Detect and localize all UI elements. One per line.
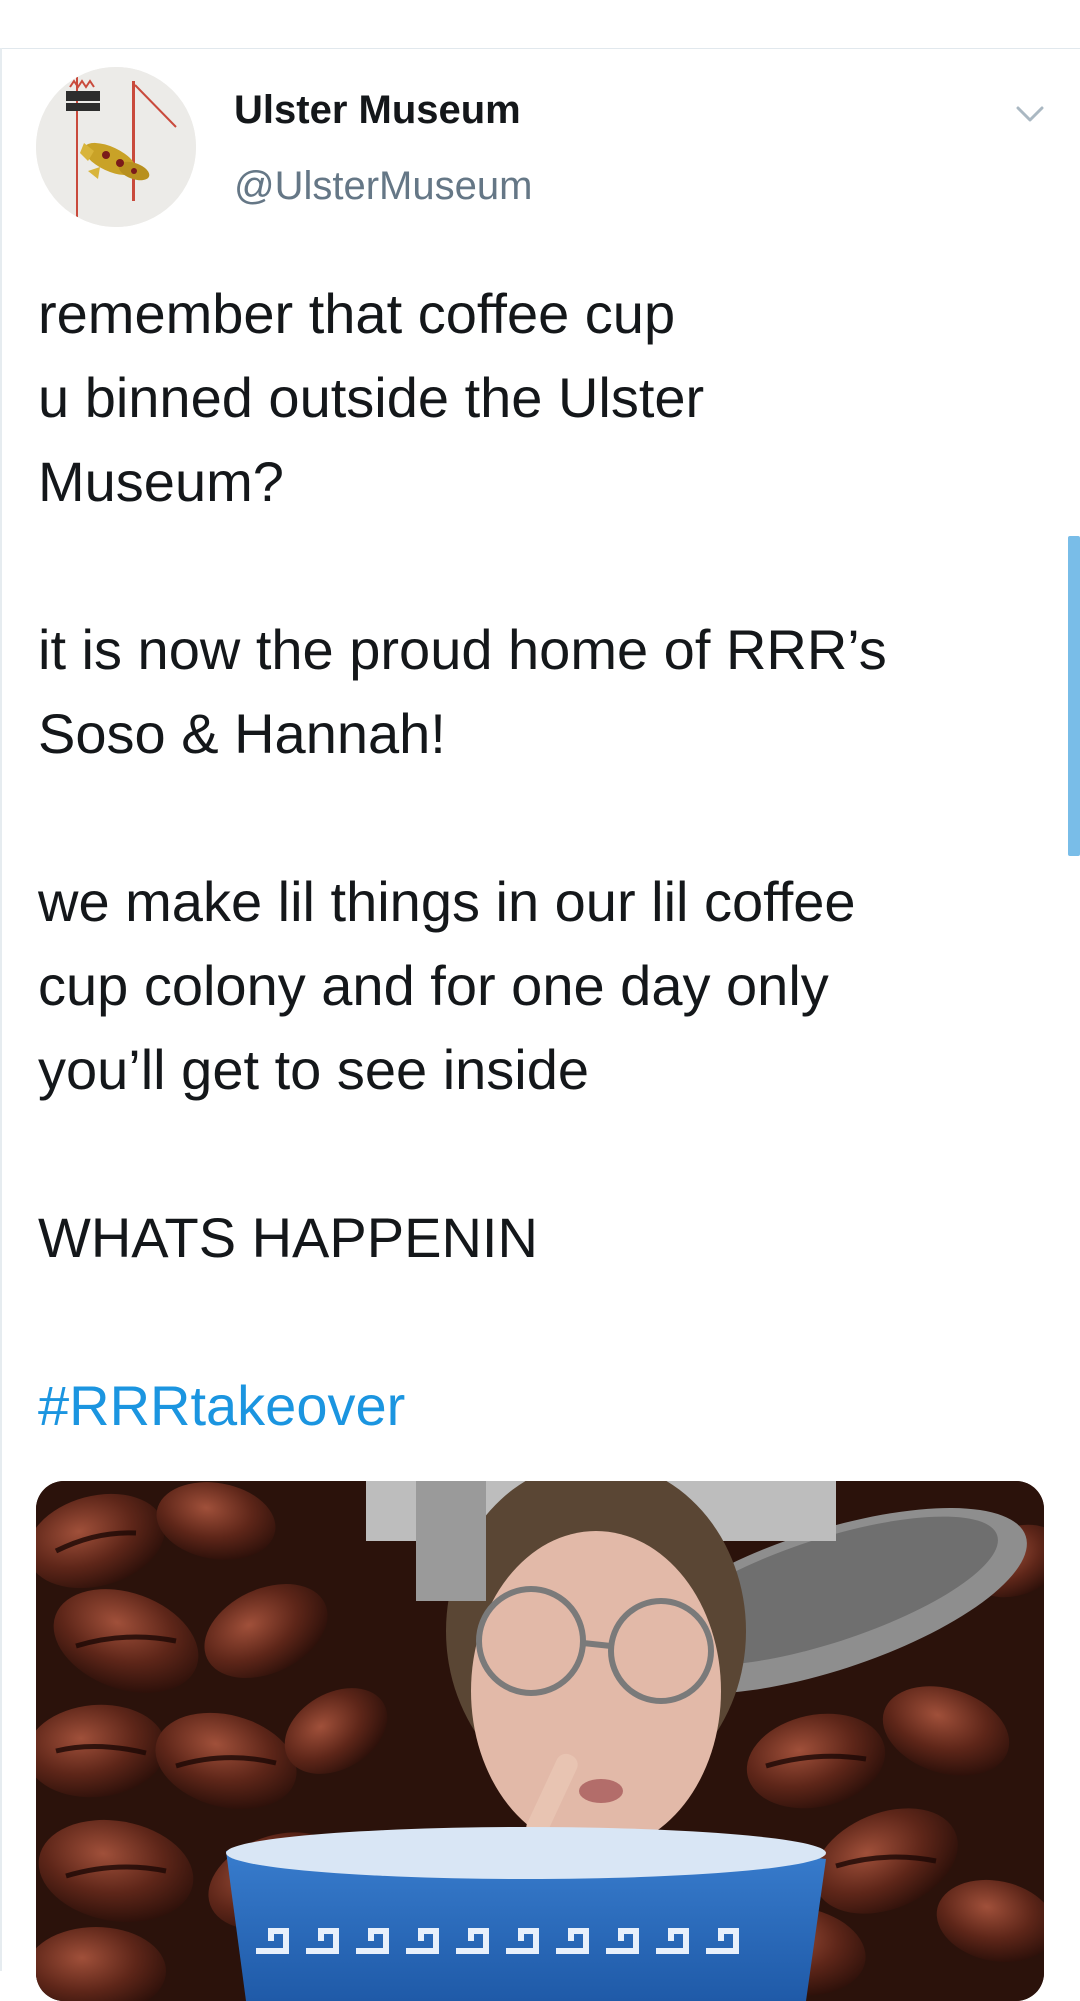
author-handle[interactable]: @UlsterMuseum	[234, 164, 532, 209]
author-avatar[interactable]	[36, 67, 196, 227]
top-divider	[0, 0, 1080, 49]
tweet-line: we make lil things in our lil coffee	[38, 870, 856, 933]
author-name[interactable]: Ulster Museum	[234, 88, 521, 133]
tweet-line: you’ll get to see inside	[38, 1038, 590, 1101]
tweet-line: cup colony and for one day only	[38, 954, 829, 1017]
tweet-line: WHATS HAPPENIN	[38, 1206, 538, 1269]
tweet-line-gap	[38, 1280, 1038, 1364]
media-image	[36, 1481, 1044, 2001]
left-rule	[0, 48, 2, 1971]
hashtag-link[interactable]: #RRRtakeover	[38, 1364, 1038, 1448]
chevron-down-icon[interactable]	[1012, 96, 1048, 132]
tweet-media[interactable]	[36, 1481, 1044, 2001]
tweet-line: it is now the proud home of RRR’s	[38, 618, 887, 681]
museum-logo-icon	[36, 67, 196, 227]
tweet-line-gap	[38, 524, 1038, 608]
tweet-line: remember that coffee cup	[38, 282, 676, 345]
scrollbar-thumb[interactable]	[1068, 536, 1080, 856]
tweet-line-gap	[38, 1112, 1038, 1196]
tweet-line: Soso & Hannah!	[38, 702, 446, 765]
tweet-line: Museum?	[38, 450, 284, 513]
tweet-line: u binned outside the Ulster	[38, 366, 705, 429]
tweet-text: remember that coffee cup u binned outsid…	[38, 272, 1038, 1448]
tweet-line-gap	[38, 776, 1038, 860]
